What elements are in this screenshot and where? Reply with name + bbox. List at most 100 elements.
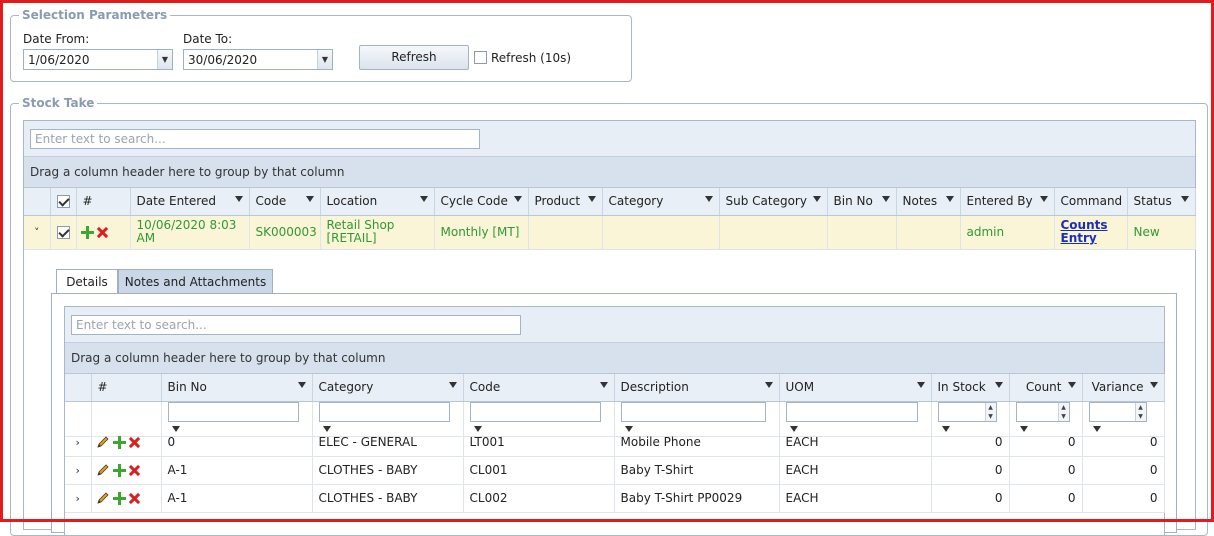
header-category[interactable]: Category [602,188,720,216]
in-stock-filter-spinner[interactable]: ▲ ▼ [937,401,997,422]
edit-icon[interactable] [96,463,110,477]
header-code[interactable]: Code [249,188,321,216]
auto-refresh-toggle[interactable]: Refresh (10s) [474,50,571,65]
detail-header-count[interactable]: Count [1009,374,1083,402]
cell-bin-no: A-1 [161,456,313,485]
header-cycle-code[interactable]: Cycle Code [434,188,529,216]
detail-header-variance[interactable]: Variance [1082,374,1165,402]
filter-icon[interactable] [1149,382,1158,388]
filter-icon[interactable] [599,382,608,388]
filter-icon[interactable] [448,382,457,388]
filter-icon[interactable] [1039,196,1048,202]
detail-header-in-stock-label: In Stock [937,380,986,395]
filter-icon[interactable] [881,196,890,202]
filter-icon[interactable] [764,382,773,388]
add-icon[interactable] [112,491,126,505]
detail-row[interactable]: › 0 ELEC - GENERAL LT001 Mobile Phone EACH 0 0 0 [65,428,1165,457]
header-status[interactable]: Status [1127,188,1196,216]
cell-location: Retail Shop [RETAIL] [320,215,435,250]
stock-take-row[interactable]: ˅ 10/06/2020 8:03 AM SK000003 Retail Sho… [24,215,1196,250]
detail-header-uom-label: UOM [785,380,815,395]
refresh-button[interactable]: Refresh [359,45,469,70]
counts-entry-link[interactable]: Counts Entry [1061,218,1108,245]
uom-filter-input[interactable] [785,401,918,422]
bin-no-filter-input[interactable] [167,401,299,422]
tab-details[interactable]: Details [56,269,118,294]
header-notes[interactable]: Notes [896,188,961,216]
chevron-down-icon[interactable]: ▼ [317,50,332,69]
filter-icon[interactable] [1067,382,1076,388]
filter-icon[interactable] [234,196,243,202]
detail-search-input[interactable]: Enter text to search... [71,315,521,335]
row-checkbox[interactable] [56,225,70,239]
filter-icon[interactable] [587,196,596,202]
header-date-entered-label: Date Entered [136,194,216,209]
grid-search-input[interactable]: Enter text to search... [30,129,480,149]
cell-category [602,215,720,250]
filter-icon[interactable] [704,196,713,202]
spinner-arrows-icon[interactable]: ▲ ▼ [984,402,996,421]
detail-header-uom[interactable]: UOM [779,374,932,402]
variance-filter-spinner[interactable]: ▲ ▼ [1088,401,1147,422]
spinner-arrows-icon[interactable]: ▲ ▼ [1057,402,1069,421]
row-expand[interactable]: › [65,456,92,485]
edit-icon[interactable] [96,435,110,449]
row-expand[interactable]: › [65,428,92,457]
cell-bin-no: A-1 [161,484,313,513]
filter-icon[interactable] [305,196,314,202]
group-by-bar[interactable]: Drag a column header here to group by th… [24,157,1195,188]
detail-header-expand [65,374,92,402]
filter-icon[interactable] [1180,196,1189,202]
edit-icon[interactable] [96,491,110,505]
filter-icon[interactable] [812,196,821,202]
expand-icon[interactable]: › [76,492,80,505]
detail-header-category[interactable]: Category [312,374,464,402]
cell-count: 0 [1009,484,1083,513]
detail-row[interactable]: › A-1 CLOTHES - BABY CL002 Baby T-Shirt PP00… [65,484,1165,513]
detail-header-code[interactable]: Code [463,374,615,402]
header-bin-no[interactable]: Bin No [827,188,897,216]
expand-icon[interactable]: › [76,464,80,477]
filter-icon[interactable] [513,196,522,202]
header-select-all[interactable] [50,188,77,216]
detail-header-bin-no[interactable]: Bin No [161,374,313,402]
filter-icon[interactable] [419,196,428,202]
filter-icon[interactable] [297,382,306,388]
detail-header-in-stock[interactable]: In Stock [931,374,1010,402]
detail-row[interactable]: › A-1 CLOTHES - BABY CL001 Baby T-Shirt EACH 0… [65,456,1165,485]
cell-in-stock: 0 [931,484,1010,513]
delete-icon[interactable] [97,227,108,238]
add-icon[interactable] [112,435,126,449]
row-collapse[interactable]: ˅ [24,215,51,250]
detail-group-by-bar[interactable]: Drag a column header here to group by th… [65,343,1164,374]
description-filter-input[interactable] [620,401,766,422]
filter-icon[interactable] [994,382,1003,388]
category-filter-input[interactable] [318,401,450,422]
header-date-entered[interactable]: Date Entered [130,188,250,216]
code-filter-input[interactable] [469,401,601,422]
expand-icon[interactable]: › [76,436,80,449]
count-filter-spinner[interactable]: ▲ ▼ [1015,401,1070,422]
detail-header-description[interactable]: Description [614,374,780,402]
header-entered-by[interactable]: Entered By [960,188,1055,216]
chevron-down-icon[interactable]: ▼ [157,50,172,69]
header-product[interactable]: Product [528,188,603,216]
tab-notes-and-attachments[interactable]: Notes and Attachments [118,269,273,294]
filter-icon[interactable] [916,382,925,388]
date-from-field[interactable]: 1/06/2020 ▼ [23,49,173,70]
auto-refresh-checkbox[interactable] [474,51,487,64]
header-sub-category[interactable]: Sub Category [719,188,828,216]
add-icon[interactable] [112,463,126,477]
delete-icon[interactable] [129,493,140,504]
date-to-field[interactable]: 30/06/2020 ▼ [183,49,333,70]
filter-icon[interactable] [945,196,954,202]
header-location[interactable]: Location [320,188,435,216]
delete-icon[interactable] [129,465,140,476]
select-all-checkbox[interactable] [56,195,70,209]
chevron-down-icon[interactable]: ˅ [34,226,40,239]
spinner-arrows-icon[interactable]: ▲ ▼ [1134,402,1146,421]
row-expand[interactable]: › [65,484,92,513]
delete-icon[interactable] [129,437,140,448]
row-select[interactable] [50,215,77,250]
add-icon[interactable] [80,225,94,239]
